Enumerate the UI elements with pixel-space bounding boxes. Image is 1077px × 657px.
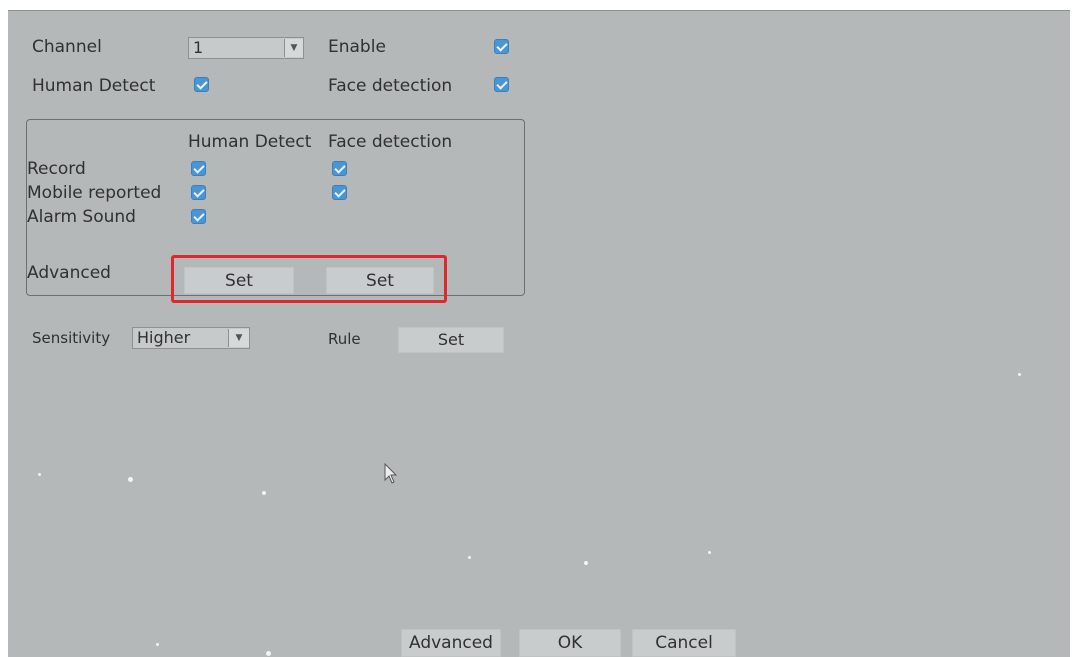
mobile-reported-face-checkbox[interactable] xyxy=(332,185,347,200)
face-detection-label: Face detection xyxy=(328,76,453,96)
column-header-face-detection: Face detection xyxy=(328,132,453,152)
background-speck xyxy=(584,561,588,565)
footer-advanced-button[interactable]: Advanced xyxy=(401,629,501,657)
enable-checkbox[interactable] xyxy=(494,39,509,54)
cancel-button[interactable]: Cancel xyxy=(632,629,736,657)
sensitivity-value: Higher xyxy=(137,328,191,347)
set-buttons-highlight xyxy=(171,255,447,303)
face-detection-checkbox[interactable] xyxy=(494,77,509,92)
background-speck xyxy=(266,651,271,656)
enable-label: Enable xyxy=(328,37,386,57)
rule-label: Rule xyxy=(328,330,361,348)
mouse-pointer-icon xyxy=(384,462,398,489)
chevron-down-icon[interactable]: ▼ xyxy=(228,329,249,347)
chevron-down-icon[interactable]: ▼ xyxy=(284,39,303,57)
background-speck xyxy=(128,477,133,482)
ok-button[interactable]: OK xyxy=(519,629,621,657)
background-speck xyxy=(156,643,159,646)
record-label: Record xyxy=(27,159,86,179)
settings-panel: Channel 1 ▼ Enable Human Detect Face det… xyxy=(8,10,1070,657)
record-human-checkbox[interactable] xyxy=(191,161,206,176)
mobile-reported-human-checkbox[interactable] xyxy=(191,185,206,200)
channel-label: Channel xyxy=(32,37,102,57)
background-speck xyxy=(1018,373,1021,376)
sensitivity-label: Sensitivity xyxy=(32,329,111,347)
record-face-checkbox[interactable] xyxy=(332,161,347,176)
human-detect-checkbox[interactable] xyxy=(194,77,209,92)
channel-value: 1 xyxy=(193,38,204,57)
background-speck xyxy=(38,473,41,476)
advanced-label: Advanced xyxy=(27,263,111,283)
alarm-sound-human-checkbox[interactable] xyxy=(191,209,206,224)
sensitivity-select[interactable]: Higher ▼ xyxy=(132,327,250,349)
channel-select[interactable]: 1 ▼ xyxy=(188,37,304,59)
background-speck xyxy=(708,551,711,554)
background-speck xyxy=(468,556,471,559)
background-speck xyxy=(262,491,266,495)
alarm-sound-label: Alarm Sound xyxy=(27,207,136,227)
mobile-reported-label: Mobile reported xyxy=(27,183,162,203)
column-header-human-detect: Human Detect xyxy=(188,132,312,152)
rule-set-button[interactable]: Set xyxy=(398,327,504,353)
human-detect-label: Human Detect xyxy=(32,76,156,96)
